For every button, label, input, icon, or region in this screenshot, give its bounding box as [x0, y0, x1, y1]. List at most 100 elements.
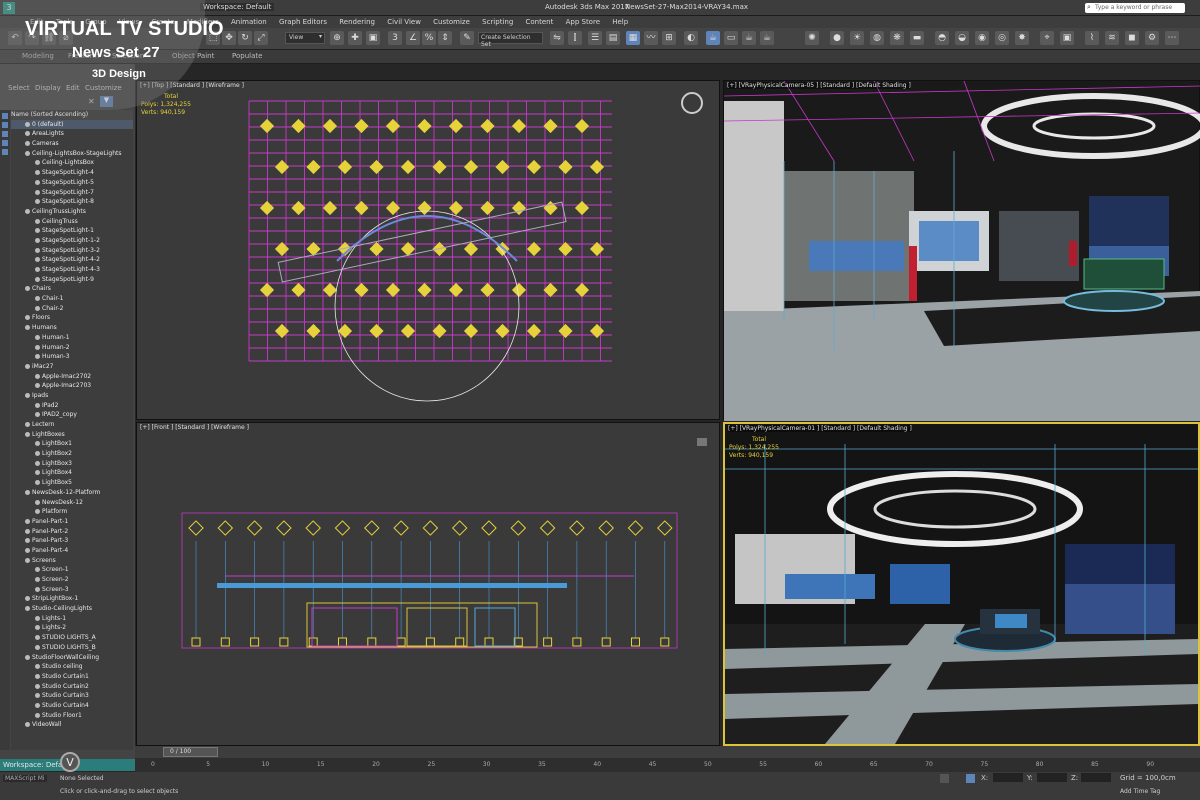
explorer-row[interactable]: LightBox2: [11, 449, 133, 459]
light-target-box[interactable]: [631, 637, 640, 647]
explorer-row[interactable]: Screen-2: [11, 575, 133, 585]
spotlight-icon[interactable]: [539, 520, 556, 536]
schematic-view-icon[interactable]: ⊞: [662, 31, 676, 45]
spotlight-icon[interactable]: [322, 118, 338, 134]
visibility-eye-icon[interactable]: [25, 528, 30, 534]
light-target-box[interactable]: [543, 637, 553, 647]
light-target-box[interactable]: [191, 637, 201, 647]
spotlight-icon[interactable]: [334, 520, 351, 536]
visibility-eye-icon[interactable]: [35, 615, 40, 621]
vray-wifi-icon[interactable]: ⌇: [1085, 31, 1099, 45]
selection-set-dropdown[interactable]: Create Selection Set: [478, 32, 543, 48]
spotlight-icon[interactable]: [480, 282, 495, 298]
spotlight-icon[interactable]: [448, 282, 464, 298]
explorer-row[interactable]: Studio Floor1: [11, 711, 133, 721]
menu-scripting[interactable]: Scripting: [482, 16, 513, 28]
explorer-row[interactable]: Apple-Imac2702: [11, 372, 133, 382]
spotlight-icon[interactable]: [385, 282, 401, 298]
spotlight-icon[interactable]: [354, 118, 369, 134]
light-target-box[interactable]: [338, 637, 347, 647]
spotlight-icon[interactable]: [589, 323, 605, 339]
explorer-row[interactable]: StripLightBox-1: [11, 594, 133, 604]
spotlight-icon[interactable]: [188, 520, 204, 536]
explorer-row[interactable]: StageSpotLight-7: [11, 188, 133, 198]
visibility-eye-icon[interactable]: [35, 693, 40, 699]
spotlight-icon[interactable]: [657, 520, 673, 536]
light-target-box[interactable]: [455, 637, 465, 647]
explorer-row[interactable]: NewsDesk-12-Platform: [11, 488, 133, 498]
z-field[interactable]: [1081, 773, 1111, 782]
menu-customize[interactable]: Customize: [433, 16, 470, 28]
spotlight-icon[interactable]: [448, 118, 464, 134]
viewport-label[interactable]: [+] [VRayPhysicalCamera-01 ] [Standard ]…: [728, 425, 912, 432]
spotlight-icon[interactable]: [417, 282, 432, 298]
light-target-box[interactable]: [572, 637, 582, 647]
toggle-ribbon-icon[interactable]: ▤: [606, 31, 620, 45]
material-editor-icon[interactable]: ◐: [684, 31, 698, 45]
visibility-eye-icon[interactable]: [35, 218, 40, 224]
spotlight-icon[interactable]: [598, 520, 614, 536]
visibility-eye-icon[interactable]: [35, 383, 40, 389]
light-target-box[interactable]: [308, 637, 318, 647]
explorer-row[interactable]: STUDIO LIGHTS_A: [11, 633, 133, 643]
explorer-row[interactable]: Chair-1: [11, 294, 133, 304]
spotlight-icon[interactable]: [495, 159, 510, 175]
visibility-eye-icon[interactable]: [35, 276, 40, 282]
render-production-icon[interactable]: ☕: [742, 31, 756, 45]
spotlight-icon[interactable]: [432, 159, 447, 175]
explorer-row[interactable]: Studio Curtain1: [11, 672, 133, 682]
spotlight-icon[interactable]: [364, 520, 380, 536]
visibility-eye-icon[interactable]: [25, 431, 30, 437]
explorer-row[interactable]: StudioFloorWallCeiling: [11, 653, 133, 663]
spotlight-icon[interactable]: [306, 323, 321, 339]
spotlight-icon[interactable]: [569, 520, 585, 536]
explorer-row[interactable]: LightBox3: [11, 459, 133, 469]
align-icon[interactable]: ⫿: [568, 31, 582, 45]
spotlight-icon[interactable]: [259, 200, 275, 216]
time-slider[interactable]: 0 / 100: [135, 746, 1200, 758]
visibility-eye-icon[interactable]: [25, 422, 30, 427]
spotlight-icon[interactable]: [448, 200, 464, 216]
vray-omni-icon[interactable]: ◉: [975, 31, 989, 45]
explorer-row[interactable]: Apple-Imac2703: [11, 381, 133, 391]
visibility-eye-icon[interactable]: [35, 702, 40, 708]
spotlight-icon[interactable]: [259, 282, 275, 298]
y-field[interactable]: [1037, 773, 1067, 782]
angle-snap-icon[interactable]: ∠: [406, 31, 420, 45]
vray-proxy-icon[interactable]: ◍: [870, 31, 884, 45]
spotlight-icon[interactable]: [393, 520, 409, 536]
visibility-eye-icon[interactable]: [25, 489, 30, 495]
visibility-eye-icon[interactable]: [35, 247, 40, 253]
rotate-icon[interactable]: ↻: [238, 31, 252, 45]
menu-animation[interactable]: Animation: [231, 16, 267, 28]
spotlight-icon[interactable]: [417, 200, 432, 216]
spotlight-icon[interactable]: [417, 118, 432, 134]
explorer-row[interactable]: Screen-1: [11, 565, 133, 575]
explorer-row[interactable]: Studio Curtain2: [11, 682, 133, 692]
spotlight-icon[interactable]: [558, 159, 573, 175]
explorer-row[interactable]: StageSpotLight-8: [11, 197, 133, 207]
visibility-eye-icon[interactable]: [35, 402, 40, 408]
track-bar[interactable]: 0 5 10 15 20 25 30 35 40 45 50 55 60 65 70 75 80 85 90: [135, 758, 1200, 772]
spotlight-icon[interactable]: [543, 118, 558, 134]
spotlight-icon[interactable]: [259, 118, 275, 134]
spotlight-icon[interactable]: [480, 200, 495, 216]
visibility-eye-icon[interactable]: [35, 160, 40, 166]
viewport-top[interactable]: [+] [Top ] [Standard ] [Wireframe ] Tota…: [136, 80, 720, 420]
explorer-row[interactable]: Lectern: [11, 420, 133, 430]
visibility-eye-icon[interactable]: [25, 121, 30, 127]
spotlight-icon[interactable]: [558, 323, 573, 339]
visibility-eye-icon[interactable]: [25, 722, 30, 728]
spotlight-icon[interactable]: [511, 282, 527, 298]
explorer-row[interactable]: StageSpotLight-1: [11, 226, 133, 236]
lock-selection-icon[interactable]: [940, 774, 949, 783]
explorer-row[interactable]: Chair-2: [11, 304, 133, 314]
visibility-eye-icon[interactable]: [35, 644, 40, 650]
spotlight-icon[interactable]: [511, 118, 527, 134]
viewport-camera-05[interactable]: [+] [VRayPhysicalCamera-05 ] [Standard ]…: [723, 80, 1200, 421]
snap-toggle-icon[interactable]: 3: [388, 31, 402, 45]
spotlight-icon[interactable]: [589, 159, 605, 175]
spotlight-icon[interactable]: [463, 323, 479, 339]
vray-sun-icon[interactable]: ☀: [850, 31, 864, 45]
spotlight-icon[interactable]: [217, 520, 234, 536]
